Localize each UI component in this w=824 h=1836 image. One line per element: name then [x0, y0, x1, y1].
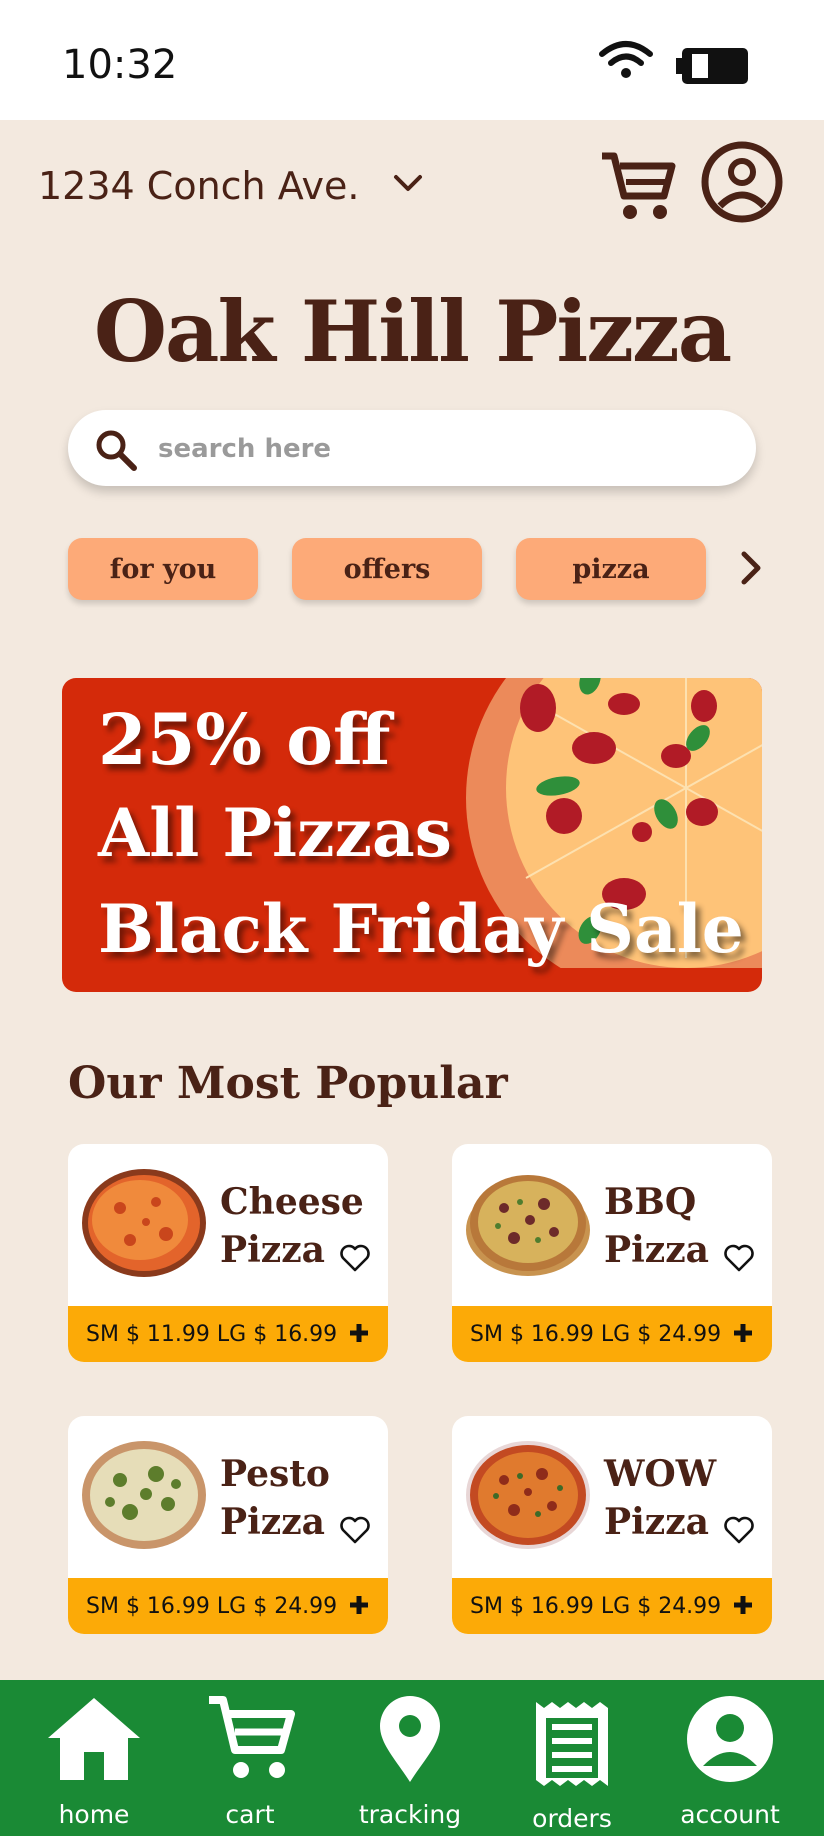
nav-orders[interactable]: orders	[492, 1680, 652, 1836]
product-name: WOW Pizza	[604, 1453, 717, 1543]
heart-icon[interactable]	[724, 1244, 754, 1276]
address-text: 1234 Conch Ave.	[38, 164, 360, 208]
price-text: SM $ 16.99 LG $ 24.99	[86, 1593, 338, 1619]
account-icon	[687, 1696, 773, 1782]
product-card-pesto[interactable]: Pesto Pizza SM $ 16.99 LG $ 24.99	[68, 1416, 388, 1634]
price-text: SM $ 16.99 LG $ 24.99	[470, 1593, 722, 1619]
plus-icon[interactable]	[348, 1594, 370, 1620]
nav-label: cart	[225, 1800, 275, 1829]
pesto-pizza-image	[80, 1440, 208, 1554]
status-time: 10:32	[62, 42, 178, 88]
nav-tracking[interactable]: tracking	[330, 1680, 490, 1836]
battery-icon	[676, 48, 748, 88]
cart-icon	[209, 1696, 295, 1778]
product-card-wow[interactable]: WOW Pizza SM $ 16.99 LG $ 24.99	[452, 1416, 772, 1634]
product-name: BBQ Pizza	[604, 1181, 709, 1271]
heart-icon[interactable]	[340, 1516, 370, 1548]
plus-icon[interactable]	[732, 1322, 754, 1348]
status-bar: 10:32	[0, 0, 824, 120]
bbq-pizza-image	[464, 1168, 592, 1282]
nav-label: orders	[532, 1804, 612, 1833]
chip-pizza[interactable]: pizza	[516, 538, 706, 600]
chevron-down-icon	[393, 174, 423, 198]
chip-for-you[interactable]: for you	[68, 538, 258, 600]
product-name: Cheese Pizza	[220, 1181, 364, 1271]
chevron-right-icon[interactable]	[736, 548, 766, 592]
heart-icon[interactable]	[340, 1244, 370, 1276]
search-icon	[94, 428, 138, 476]
price-text: SM $ 16.99 LG $ 24.99	[470, 1321, 722, 1347]
cheese-pizza-image	[80, 1168, 208, 1282]
price-bar: SM $ 16.99 LG $ 24.99	[452, 1578, 772, 1634]
search-input[interactable]	[156, 410, 720, 488]
profile-icon[interactable]	[700, 140, 784, 228]
price-bar: SM $ 16.99 LG $ 24.99	[452, 1306, 772, 1362]
product-card-bbq[interactable]: BBQ Pizza SM $ 16.99 LG $ 24.99	[452, 1144, 772, 1362]
banner-line-1: 25% off	[98, 698, 391, 781]
section-title: Our Most Popular	[68, 1058, 508, 1109]
nav-account[interactable]: account	[650, 1680, 810, 1836]
banner-line-2: All Pizzas	[98, 794, 452, 872]
nav-label: tracking	[358, 1800, 462, 1829]
wow-pizza-image	[464, 1440, 592, 1554]
banner-line-3: Black Friday Sale	[98, 890, 744, 968]
chip-offers[interactable]: offers	[292, 538, 482, 600]
price-text: SM $ 11.99 LG $ 16.99	[86, 1321, 338, 1347]
location-pin-icon	[380, 1696, 440, 1782]
receipt-icon	[536, 1702, 608, 1786]
nav-label: account	[680, 1800, 780, 1829]
address-selector[interactable]: 1234 Conch Ave.	[38, 164, 423, 208]
heart-icon[interactable]	[724, 1516, 754, 1548]
bottom-nav: home cart tracking orders account	[0, 1680, 824, 1836]
page-title: Oak Hill Pizza	[93, 282, 732, 381]
price-bar: SM $ 11.99 LG $ 16.99	[68, 1306, 388, 1362]
cart-icon[interactable]	[600, 150, 676, 226]
nav-home[interactable]: home	[14, 1680, 174, 1836]
search-bar[interactable]	[68, 410, 756, 488]
nav-label: home	[58, 1800, 130, 1829]
product-card-cheese[interactable]: Cheese Pizza SM $ 11.99 LG $ 16.99	[68, 1144, 388, 1362]
nav-cart[interactable]: cart	[170, 1680, 330, 1836]
price-bar: SM $ 16.99 LG $ 24.99	[68, 1578, 388, 1634]
home-icon	[48, 1698, 140, 1780]
plus-icon[interactable]	[348, 1322, 370, 1348]
promo-banner[interactable]: 25% off All Pizzas Black Friday Sale	[62, 678, 762, 992]
product-name: Pesto Pizza	[220, 1453, 330, 1543]
wifi-icon	[598, 40, 654, 84]
plus-icon[interactable]	[732, 1594, 754, 1620]
